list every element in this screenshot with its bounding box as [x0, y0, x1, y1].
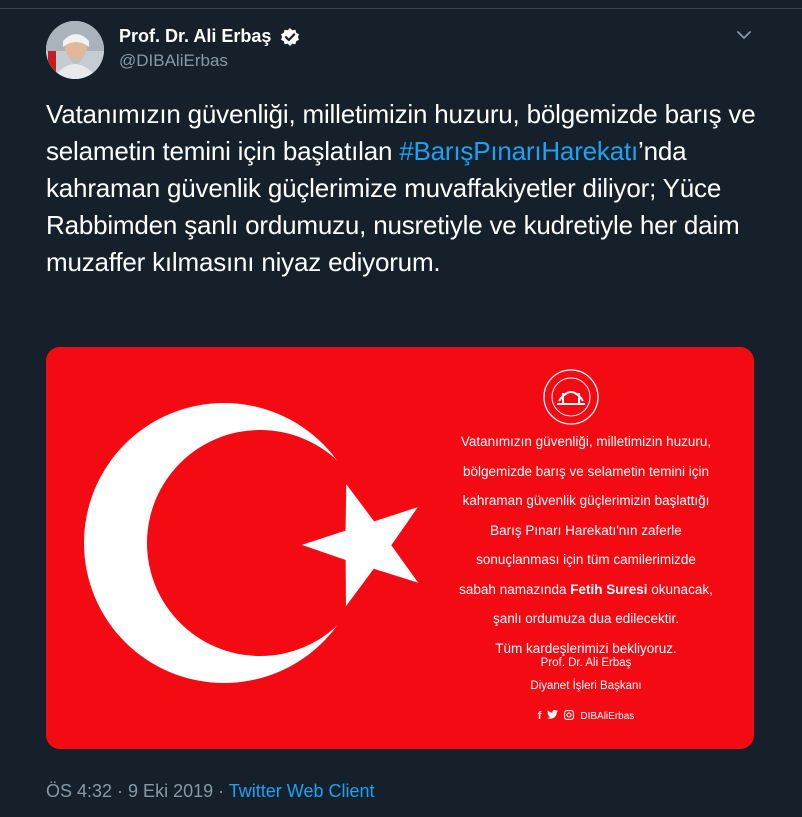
- image-signature: Prof. Dr. Ali Erbaş Diyanet İşleri Başka…: [426, 652, 746, 698]
- twitter-icon: [547, 709, 559, 722]
- author-name-row: Prof. Dr. Ali Erbaş: [119, 26, 300, 47]
- tweet-date[interactable]: 9 Eki 2019: [128, 781, 213, 801]
- fetih-suresi-text: Fetih Suresi: [570, 581, 648, 597]
- tweet-container: Prof. Dr. Ali Erbaş @DIBAliErbas Vatanım…: [0, 0, 802, 817]
- social-handle: DIBAliErbas: [580, 710, 635, 722]
- tweet-meta: ÖS 4:32 · 9 Eki 2019 · Twitter Web Clien…: [46, 781, 375, 802]
- meta-separator: ·: [112, 781, 129, 801]
- top-divider: [0, 0, 802, 9]
- verified-badge-icon: [280, 27, 300, 47]
- display-name[interactable]: Prof. Dr. Ali Erbaş: [119, 26, 271, 47]
- image-line-text: sabah namazında: [459, 581, 571, 597]
- hashtag-link[interactable]: #BarışPınarıHarekatı: [399, 136, 638, 166]
- tweet-time[interactable]: ÖS 4:32: [46, 781, 112, 801]
- avatar[interactable]: [46, 21, 104, 79]
- image-line-text: okunacak,: [647, 581, 713, 597]
- user-handle[interactable]: @DIBAliErbas: [119, 51, 228, 71]
- tweet-source-link[interactable]: Twitter Web Client: [229, 781, 375, 801]
- image-line: sonuçlanması için tüm camilerimizde: [476, 552, 696, 567]
- image-line: şanlı ordumuza dua edilecektir.: [492, 611, 680, 626]
- image-message: Vatanımızın güvenliği, milletimizin huzu…: [426, 427, 746, 663]
- image-line: Vatanımızın güvenliği, milletimizin huzu…: [460, 434, 712, 449]
- signature-name: Prof. Dr. Ali Erbaş: [540, 657, 632, 669]
- image-line: sabah namazında Fetih Suresi okunacak,: [426, 575, 746, 605]
- image-line: bölgemizde barış ve selametin temini içi…: [462, 463, 710, 479]
- tweet-text: Vatanımızın güvenliği, milletimizin huzu…: [46, 96, 766, 281]
- facebook-icon: f: [537, 710, 542, 722]
- image-line: Barış Pınarı Harekatı'nın zaferle: [490, 522, 682, 538]
- tweet-image[interactable]: Vatanımızın güvenliği, milletimizin huzu…: [46, 347, 754, 749]
- signature-title: Diyanet İşleri Başkanı: [530, 680, 642, 692]
- image-line: kahraman güvenlik güçlerimizin başlattığ…: [462, 493, 710, 508]
- meta-separator: ·: [213, 781, 229, 801]
- chevron-down-icon[interactable]: [734, 25, 754, 45]
- image-social-row: f DIBAliErbas: [516, 708, 656, 724]
- instagram-icon: [564, 709, 575, 723]
